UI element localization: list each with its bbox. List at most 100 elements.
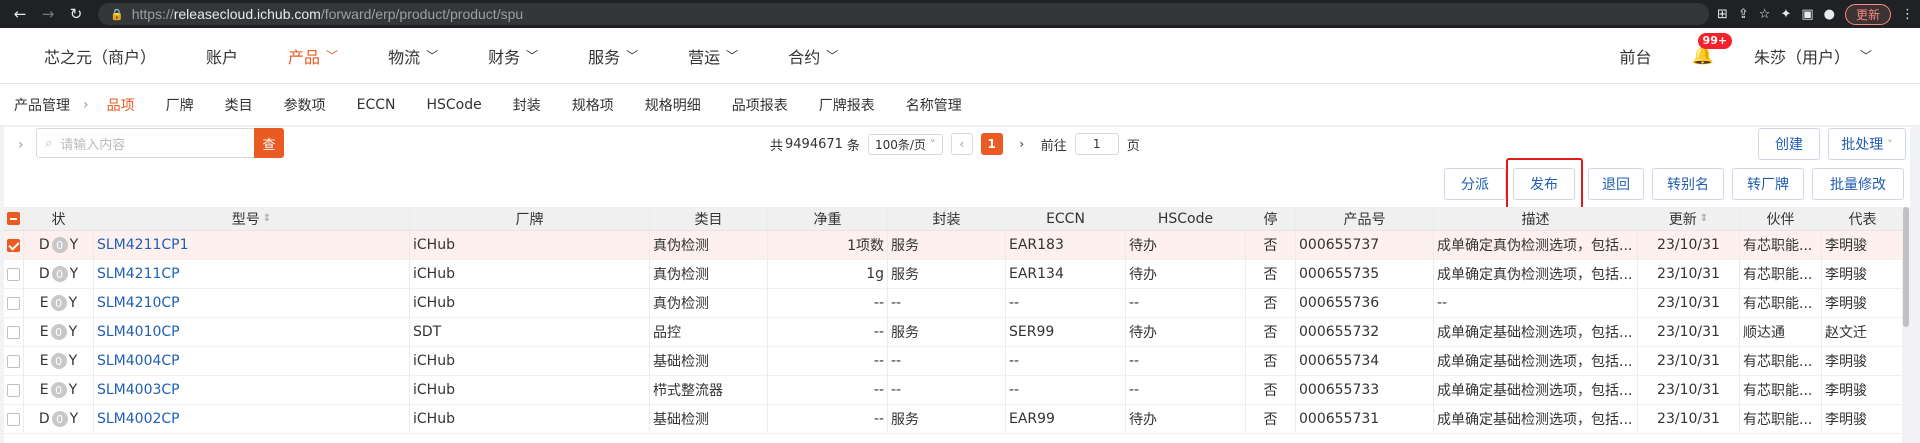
- model-cell[interactable]: SLM4010CP: [94, 318, 410, 346]
- row-select-cell[interactable]: [4, 260, 24, 288]
- tab-name-mgmt[interactable]: 名称管理: [906, 95, 962, 115]
- row-checkbox[interactable]: [7, 267, 20, 281]
- model-link[interactable]: SLM4010CP: [97, 324, 180, 340]
- expand-arrow-icon[interactable]: ›: [18, 137, 24, 153]
- model-cell[interactable]: SLM4211CP1: [94, 231, 410, 259]
- update-button[interactable]: 更新: [1844, 3, 1891, 25]
- forward-icon[interactable]: →: [34, 5, 62, 23]
- tab-params[interactable]: 参数项: [284, 95, 326, 115]
- col-model[interactable]: 型号 ⇕: [94, 207, 410, 230]
- table-row[interactable]: E 0 Y SLM4010CP SDT 品控 -- 服务 SER99 待办否 000655732 成单…: [4, 318, 1904, 347]
- assign-button[interactable]: 分派: [1444, 168, 1506, 200]
- col-package[interactable]: 封装: [888, 207, 1006, 230]
- share-icon[interactable]: ⇪: [1738, 7, 1749, 22]
- nav-merchant[interactable]: 芯之元（商户）: [44, 44, 156, 68]
- col-status[interactable]: 状: [24, 207, 94, 230]
- return-button[interactable]: 退回: [1588, 168, 1644, 200]
- sort-icon[interactable]: ⇕: [1700, 213, 1708, 224]
- nav-product[interactable]: 产品 ﹀: [288, 44, 338, 68]
- batch-edit-button[interactable]: 批量修改: [1812, 168, 1904, 200]
- model-cell[interactable]: SLM4004CP: [94, 347, 410, 375]
- row-select-cell[interactable]: [4, 376, 24, 404]
- brand-button[interactable]: 转厂牌: [1732, 168, 1804, 200]
- model-cell[interactable]: SLM4003CP: [94, 376, 410, 404]
- model-link[interactable]: SLM4210CP: [97, 295, 180, 311]
- table-row[interactable]: E 0 Y SLM4003CP iCHub 栉式整流器 -- -- -- -- 否 000655733…: [4, 376, 1904, 405]
- row-select-cell[interactable]: [4, 318, 24, 346]
- tab-spec-items[interactable]: 规格项: [572, 95, 614, 115]
- row-select-cell[interactable]: [4, 405, 24, 433]
- create-button[interactable]: 创建: [1758, 128, 1820, 160]
- prev-page-button[interactable]: ‹: [950, 133, 973, 155]
- profile-icon[interactable]: ●: [1824, 7, 1835, 22]
- table-row[interactable]: D 0 Y SLM4211CP iCHub 真伪检测 1g 服务 EAR134 待办否 000655…: [4, 260, 1904, 289]
- scrollbar-thumb[interactable]: [1903, 207, 1909, 327]
- page-size-select[interactable]: 100条/页 ˅: [867, 133, 943, 155]
- search-button[interactable]: 查: [254, 128, 284, 158]
- model-link[interactable]: SLM4004CP: [97, 353, 180, 369]
- current-page[interactable]: 1: [980, 133, 1003, 155]
- row-checkbox[interactable]: [7, 354, 20, 368]
- tab-items[interactable]: 品项: [107, 95, 135, 115]
- batch-process-button[interactable]: 批处理 ˅: [1828, 128, 1906, 160]
- row-select-cell[interactable]: [4, 289, 24, 317]
- extensions-icon[interactable]: ✦: [1780, 7, 1791, 22]
- model-cell[interactable]: SLM4211CP: [94, 260, 410, 288]
- col-partner[interactable]: 伙伴: [1740, 207, 1822, 230]
- translate-icon[interactable]: ⊞: [1717, 7, 1728, 22]
- model-cell[interactable]: SLM4210CP: [94, 289, 410, 317]
- model-cell[interactable]: SLM4002CP: [94, 405, 410, 433]
- table-row[interactable]: D 0 Y SLM4002CP iCHub 基础检测 -- 服务 EAR99 待办否 0006557…: [4, 405, 1904, 434]
- alias-button[interactable]: 转别名: [1652, 168, 1724, 200]
- tab-brand[interactable]: 厂牌: [166, 95, 194, 115]
- table-row[interactable]: E 0 Y SLM4210CP iCHub 真伪检测 -- -- -- -- 否 000655736-…: [4, 289, 1904, 318]
- nav-finance[interactable]: 财务 ﹀: [488, 44, 538, 68]
- tab-category[interactable]: 类目: [225, 95, 253, 115]
- row-checkbox[interactable]: [7, 296, 20, 310]
- tab-eccn[interactable]: ECCN: [357, 97, 396, 113]
- goto-page-input[interactable]: 1: [1074, 133, 1119, 155]
- row-checkbox[interactable]: [7, 325, 20, 339]
- model-link[interactable]: SLM4211CP1: [97, 237, 189, 253]
- search-input[interactable]: ⌕ 请输入内容: [36, 128, 256, 158]
- col-eccn[interactable]: ECCN: [1006, 207, 1126, 230]
- col-rep[interactable]: 代表: [1822, 207, 1904, 230]
- table-row[interactable]: D 0 Y SLM4211CP1 iCHub 真伪检测 1项数 服务 EAR183 待办否 0006…: [4, 231, 1904, 260]
- nav-service[interactable]: 服务 ﹀: [588, 44, 638, 68]
- breadcrumb-root[interactable]: 产品管理: [14, 95, 70, 115]
- table-row[interactable]: E 0 Y SLM4004CP iCHub 基础检测 -- -- -- -- 否 000655734 成…: [4, 347, 1904, 376]
- sort-icon[interactable]: ⇕: [263, 213, 271, 224]
- bookmark-star-icon[interactable]: ☆: [1759, 7, 1771, 22]
- col-updated[interactable]: 更新 ⇕: [1638, 207, 1740, 230]
- select-all-cell[interactable]: [4, 207, 24, 230]
- model-link[interactable]: SLM4002CP: [97, 411, 180, 427]
- row-checkbox[interactable]: [7, 412, 20, 426]
- col-category[interactable]: 类目: [650, 207, 768, 230]
- col-weight[interactable]: 净重: [768, 207, 888, 230]
- nav-logistics[interactable]: 物流 ﹀: [388, 44, 438, 68]
- nav-account[interactable]: 账户: [206, 44, 238, 68]
- nav-operations[interactable]: 营运 ﹀: [688, 44, 738, 68]
- menu-kebab-icon[interactable]: ⋮: [1901, 7, 1914, 22]
- user-menu[interactable]: 朱莎（用户） ﹀: [1754, 44, 1872, 68]
- tab-brand-report[interactable]: 厂牌报表: [819, 95, 875, 115]
- back-icon[interactable]: ←: [6, 5, 34, 23]
- col-brand[interactable]: 厂牌: [410, 207, 650, 230]
- tab-item-report[interactable]: 品项报表: [732, 95, 788, 115]
- next-page-button[interactable]: ›: [1011, 133, 1033, 155]
- tab-spec-details[interactable]: 规格明细: [645, 95, 701, 115]
- col-stop[interactable]: 停: [1246, 207, 1296, 230]
- model-link[interactable]: SLM4211CP: [97, 266, 180, 282]
- row-select-cell[interactable]: [4, 347, 24, 375]
- model-link[interactable]: SLM4003CP: [97, 382, 180, 398]
- col-product-no[interactable]: 产品号: [1296, 207, 1434, 230]
- sidepanel-icon[interactable]: ▣: [1801, 7, 1813, 22]
- tab-package[interactable]: 封装: [513, 95, 541, 115]
- frontdesk-link[interactable]: 前台: [1620, 44, 1652, 68]
- vertical-scrollbar[interactable]: [1902, 207, 1910, 443]
- row-checkbox[interactable]: [7, 238, 20, 252]
- row-checkbox[interactable]: [7, 383, 20, 397]
- address-bar[interactable]: 🔒 https:// releasecloud.ichub.com /forwa…: [98, 3, 1709, 25]
- bell-icon[interactable]: 🔔 99+: [1692, 33, 1733, 66]
- reload-icon[interactable]: ↻: [62, 5, 90, 23]
